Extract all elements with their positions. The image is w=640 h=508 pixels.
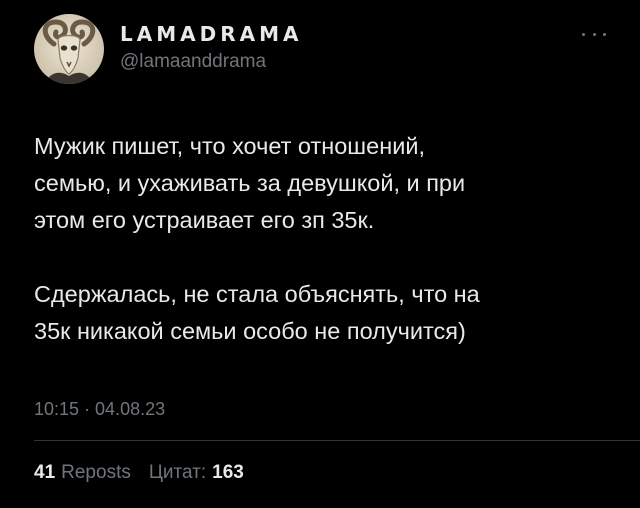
user-handle[interactable]: @lamaanddrama — [120, 51, 302, 73]
reposts-count: 41 — [34, 462, 56, 483]
more-horizontal-icon — [582, 32, 585, 36]
reposts-stat[interactable]: 41 Reposts — [34, 461, 131, 485]
tweet-stats: 41 Reposts Цитат: 163 — [34, 461, 244, 485]
reposts-label: Reposts — [61, 462, 131, 483]
tweet-paragraph: Мужик пишет, что хочет отношений, семью,… — [34, 133, 466, 233]
tweet-header: LAMADRAMA @lamaanddrama — [34, 14, 302, 84]
avatar[interactable] — [34, 14, 104, 84]
tweet-card: LAMADRAMA @lamaanddrama Мужик пишет, что… — [0, 0, 640, 508]
display-name[interactable]: LAMADRAMA — [120, 21, 302, 47]
author-names: LAMADRAMA @lamaanddrama — [120, 21, 302, 73]
quotes-stat[interactable]: Цитат: 163 — [149, 461, 244, 485]
quotes-count: 163 — [212, 462, 244, 483]
ram-skull-avatar-icon — [34, 14, 104, 84]
more-horizontal-icon-dot — [603, 32, 606, 36]
tweet-timestamp[interactable]: 10:15 · 04.08.23 — [34, 398, 165, 420]
quotes-label: Цитат: — [148, 462, 207, 483]
more-options-button[interactable] — [582, 26, 606, 42]
tweet-paragraph: Сдержалась, не стала объяснять, что на 3… — [34, 281, 480, 344]
divider — [34, 440, 640, 441]
tweet-text: Мужик пишет, что хочет отношений, семью,… — [34, 128, 614, 350]
more-horizontal-icon-dot — [592, 32, 596, 36]
